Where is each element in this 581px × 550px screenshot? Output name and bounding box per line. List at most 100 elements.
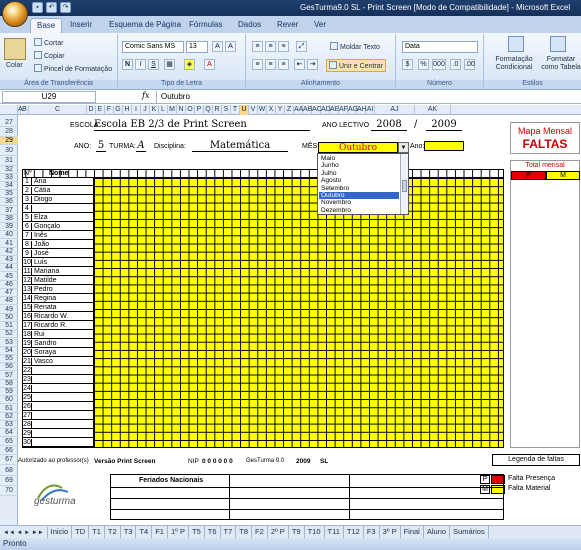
column-header-ae[interactable]: AE xyxy=(330,105,339,115)
column-header-r[interactable]: R xyxy=(213,105,222,115)
sheet-tab[interactable]: T12 xyxy=(344,526,364,538)
student-name[interactable]: Matilde xyxy=(34,277,57,285)
row-header-38[interactable]: 38 xyxy=(0,215,18,223)
paste-icon[interactable] xyxy=(4,38,26,60)
student-name[interactable]: Ana xyxy=(34,178,46,186)
column-header-v[interactable]: V xyxy=(249,105,258,115)
tab-base[interactable]: Base xyxy=(30,18,63,33)
sheet-tab[interactable]: T4 xyxy=(136,526,153,538)
disciplina-value[interactable]: Matemática xyxy=(192,140,288,152)
sheet-tab[interactable]: TD xyxy=(72,526,90,538)
row-header-63[interactable]: 63 xyxy=(0,421,18,429)
fill-color-icon[interactable]: ◈ xyxy=(184,59,195,70)
sheet-tab[interactable]: T11 xyxy=(325,526,344,538)
row-header-54[interactable]: 54 xyxy=(0,347,18,355)
thousands-icon[interactable]: 000 xyxy=(432,59,446,70)
wrap-text-button[interactable]: Moldar Texto xyxy=(330,42,380,51)
student-name[interactable]: Vasco xyxy=(34,358,53,366)
column-header-z[interactable]: Z xyxy=(285,105,294,115)
italic-icon[interactable]: I xyxy=(135,59,146,70)
tab-dados[interactable]: Dados xyxy=(232,18,267,33)
student-name[interactable]: Mariana xyxy=(34,268,59,276)
column-header-u[interactable]: U xyxy=(240,105,249,115)
fx-icon[interactable]: fx xyxy=(142,91,149,100)
grow-font-icon[interactable]: A xyxy=(212,41,223,52)
student-name[interactable]: Soraya xyxy=(34,349,56,357)
month-dropdown[interactable]: Maio Junho Julho Agosto Setembro Outubro Novem… xyxy=(317,153,409,215)
column-header-b[interactable]: B xyxy=(21,105,29,115)
column-header-aj[interactable]: AJ xyxy=(375,105,415,115)
sheet-tab[interactable]: T2 xyxy=(105,526,121,538)
row-header-45[interactable]: 45 xyxy=(0,272,18,281)
sheet-tab[interactable]: T10 xyxy=(305,526,325,538)
sheet-tab[interactable]: 1º P xyxy=(168,526,189,538)
decrease-decimal-icon[interactable]: .00 xyxy=(464,59,475,70)
align-bottom-icon[interactable]: ≡ xyxy=(278,41,289,52)
row-header-49[interactable]: 49 xyxy=(0,305,18,314)
row-header-55[interactable]: 55 xyxy=(0,355,18,363)
column-header-s[interactable]: S xyxy=(222,105,231,115)
row-header-50[interactable]: 50 xyxy=(0,314,18,322)
row-header-41[interactable]: 41 xyxy=(0,239,18,248)
copy-button[interactable]: Copiar xyxy=(34,51,65,60)
sheet-tab[interactable]: Inicio xyxy=(48,526,73,538)
column-header-af[interactable]: AF xyxy=(339,105,348,115)
column-header-t[interactable]: T xyxy=(231,105,240,115)
column-header-w[interactable]: W xyxy=(258,105,267,115)
column-header-g[interactable]: G xyxy=(114,105,123,115)
row-header-65[interactable]: 65 xyxy=(0,437,18,446)
row-header-62[interactable]: 62 xyxy=(0,413,18,421)
row-header-59[interactable]: 59 xyxy=(0,388,18,396)
column-header-ai[interactable]: AI xyxy=(366,105,375,115)
sheet-tab[interactable]: 2º P xyxy=(268,526,289,538)
row-header-33[interactable]: 33 xyxy=(0,174,18,182)
row-header-67[interactable]: 67 xyxy=(0,455,18,465)
percent-icon[interactable]: % xyxy=(418,59,429,70)
name-box[interactable]: U29 xyxy=(2,91,96,103)
row-header-37[interactable]: 37 xyxy=(0,206,18,215)
student-name[interactable]: Regina xyxy=(34,295,56,303)
tab-formulas[interactable]: Fórmulas xyxy=(183,18,228,33)
student-name[interactable]: Gonçalo xyxy=(34,223,60,231)
sheet-tab[interactable]: F1 xyxy=(152,526,168,538)
tab-inserir[interactable]: Inserir xyxy=(64,18,98,33)
column-header-m[interactable]: M xyxy=(168,105,177,115)
row-header-68[interactable]: 68 xyxy=(0,465,18,476)
row-header-60[interactable]: 60 xyxy=(0,396,18,404)
cut-button[interactable]: Cortar xyxy=(34,38,63,47)
row-header-31[interactable]: 31 xyxy=(0,156,18,166)
sheet-tab[interactable]: T8 xyxy=(236,526,253,538)
turma-value[interactable]: A xyxy=(136,140,146,152)
row-header-30[interactable]: 30 xyxy=(0,145,18,156)
row-header-40[interactable]: 40 xyxy=(0,231,18,239)
row-header-52[interactable]: 52 xyxy=(0,330,18,338)
row-header-56[interactable]: 56 xyxy=(0,363,18,371)
align-top-icon[interactable]: ≡ xyxy=(252,41,263,52)
student-name[interactable]: Diogo xyxy=(34,196,52,204)
currency-icon[interactable]: $ xyxy=(402,59,413,70)
row-header-69[interactable]: 69 xyxy=(0,476,18,486)
escola-value[interactable]: Escola EB 2/3 de Print Screen xyxy=(94,119,310,131)
conditional-format-button[interactable]: Formatação Condicional xyxy=(490,56,538,72)
column-header-ag[interactable]: AG xyxy=(348,105,358,115)
student-name[interactable]: Ricardo R. xyxy=(34,322,67,330)
format-painter-button[interactable]: Pincel de Formatação xyxy=(34,64,112,73)
increase-indent-icon[interactable]: ⇥ xyxy=(307,59,318,70)
month-option-julho[interactable]: Julho xyxy=(321,170,337,177)
ano2-field[interactable] xyxy=(424,141,464,151)
worksheet[interactable]: ESCOLA Escola EB 2/3 de Print Screen ANO… xyxy=(18,115,581,525)
row-header-32[interactable]: 32 xyxy=(0,166,18,174)
underline-icon[interactable]: S xyxy=(148,59,159,70)
sheet-tab[interactable]: Aluno xyxy=(424,526,451,538)
column-header-ad[interactable]: AD xyxy=(321,105,331,115)
month-option-setembro[interactable]: Setembro xyxy=(321,185,349,192)
borders-icon[interactable]: ▦ xyxy=(164,59,175,70)
student-name[interactable]: Pedro xyxy=(34,286,53,294)
month-option-junho[interactable]: Junho xyxy=(321,162,339,169)
row-header-42[interactable]: 42 xyxy=(0,248,18,256)
row-header-64[interactable]: 64 xyxy=(0,429,18,437)
column-header-l[interactable]: L xyxy=(159,105,168,115)
column-header-e[interactable]: E xyxy=(96,105,105,115)
column-header-k[interactable]: K xyxy=(150,105,159,115)
align-left-icon[interactable]: ≡ xyxy=(252,59,263,70)
